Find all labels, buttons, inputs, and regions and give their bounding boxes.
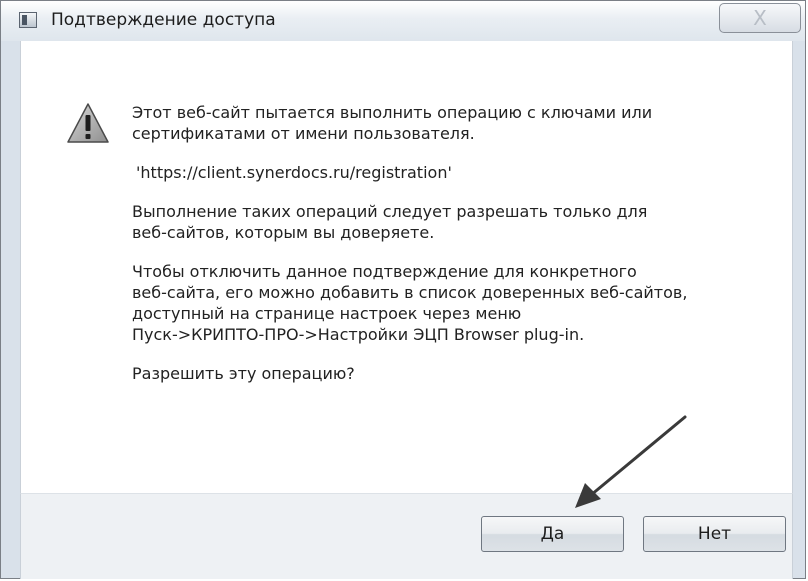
pointer-arrow-icon — [575, 415, 687, 508]
site-url: 'https://client.synerdocs.ru/registratio… — [136, 163, 452, 182]
confirmation-question: Разрешить эту операцию? — [132, 364, 355, 383]
warning-triangle-icon — [67, 103, 109, 143]
message-line: веб-сайта, его можно добавить в список д… — [132, 283, 688, 302]
message-line: доступный на странице настроек через мен… — [132, 304, 522, 323]
message-line: сертификатами от имени пользователя. — [132, 124, 475, 143]
close-icon: X — [753, 6, 767, 30]
dialog-message: Этот веб-сайт пытается выполнить операци… — [132, 102, 782, 384]
message-line: веб-сайтов, которым вы доверяете. — [132, 223, 435, 242]
title-bar[interactable]: Подтверждение доступа X — [1, 1, 805, 41]
message-line: Этот веб-сайт пытается выполнить операци… — [132, 103, 653, 122]
message-line: Чтобы отключить данное подтверждение для… — [132, 262, 637, 281]
message-line: Пуск->КРИПТО-ПРО->Настройки ЭЦП Browser … — [132, 325, 585, 344]
message-line: Выполнение таких операций следует разреш… — [132, 202, 648, 221]
no-button[interactable]: Нет — [643, 516, 786, 552]
app-icon — [19, 12, 37, 28]
yes-button[interactable]: Да — [481, 516, 624, 552]
window-title: Подтверждение доступа — [51, 10, 276, 30]
dialog-window: Подтверждение доступа X Этот веб-сайт пы… — [0, 0, 806, 579]
close-button[interactable]: X — [719, 3, 801, 33]
